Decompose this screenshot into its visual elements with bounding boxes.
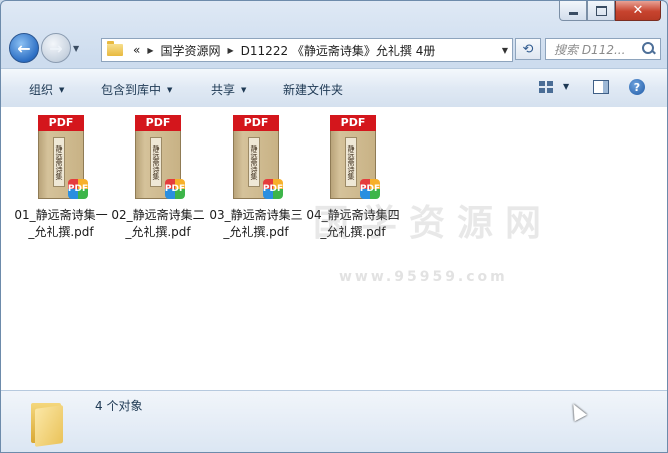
include-in-library-button[interactable]: 包含到库中 ▼ (101, 81, 172, 98)
pdf-app-badge-icon: PDF (165, 179, 185, 199)
help-icon[interactable]: ? (629, 79, 645, 95)
arrow-right-icon: → (49, 38, 63, 58)
organize-label: 组织 (29, 83, 54, 97)
pdf-banner: PDF (330, 115, 376, 131)
chevron-down-icon: ▼ (59, 85, 65, 94)
nav-buttons: ← → ▼ (9, 33, 85, 63)
watermark-text: 国学资源网 (313, 203, 554, 244)
breadcrumb-item[interactable]: D11222 《静远斋诗集》允礼撰 4册 (241, 42, 436, 59)
recent-pages-dropdown[interactable]: ▼ (73, 44, 85, 53)
chevron-down-icon: ▼ (167, 85, 173, 94)
chevron-down-icon: ▼ (241, 85, 247, 94)
pdf-banner: PDF (38, 115, 84, 131)
search-placeholder: 搜索 D112... (554, 42, 626, 57)
file-item[interactable]: PDF 静远斋诗集 PDF 01_静远斋诗集一_允礼撰.pdf (13, 115, 109, 241)
refresh-icon: ⟲ (522, 41, 534, 57)
file-name: 01_静远斋诗集一_允礼撰.pdf (14, 208, 108, 239)
breadcrumb-overflow[interactable]: « (133, 43, 140, 57)
pdf-file-icon: PDF 静远斋诗集 PDF (135, 115, 185, 201)
file-name: 02_静远斋诗集二_允礼撰.pdf (111, 208, 205, 239)
minimize-icon (568, 12, 578, 15)
arrow-left-icon: ← (17, 38, 31, 58)
preview-pane-icon[interactable] (593, 80, 609, 94)
refresh-button[interactable]: ⟲ (515, 38, 541, 60)
file-item[interactable]: PDF 静远斋诗集 PDF 03_静远斋诗集三_允礼撰.pdf (208, 115, 304, 241)
pdf-app-badge-icon: PDF (263, 179, 283, 199)
folder-icon (107, 41, 123, 56)
pdf-app-badge-icon: PDF (68, 179, 88, 199)
share-button[interactable]: 共享 ▼ (211, 81, 246, 98)
explorer-window: ✕ ← → ▼ « ▶ 国学资源网 ▶ D11222 《静远斋诗集》允礼撰 4册… (0, 0, 668, 453)
pdf-banner: PDF (233, 115, 279, 131)
include-library-label: 包含到库中 (101, 83, 162, 97)
chevron-right-icon[interactable]: ▶ (147, 46, 153, 55)
details-pane: 4 个对象 (1, 390, 667, 452)
pdf-file-icon: PDF 静远斋诗集 PDF (233, 115, 283, 201)
maximize-button[interactable] (587, 1, 615, 21)
pdf-banner: PDF (135, 115, 181, 131)
file-name: 03_静远斋诗集三_允礼撰.pdf (209, 208, 303, 239)
watermark-url: www.95959.com (339, 269, 508, 285)
address-dropdown-icon[interactable]: ▼ (502, 46, 508, 55)
file-list: PDF 静远斋诗集 PDF 01_静远斋诗集一_允礼撰.pdf PDF 静远斋诗… (1, 107, 667, 390)
pdf-file-icon: PDF 静远斋诗集 PDF (330, 115, 380, 201)
cover-title: 静远斋诗集 (248, 137, 260, 187)
chevron-right-icon[interactable]: ▶ (228, 46, 234, 55)
folder-icon (31, 397, 71, 447)
cover-title: 静远斋诗集 (345, 137, 357, 187)
back-button[interactable]: ← (9, 33, 39, 63)
caption-buttons: ✕ (559, 1, 661, 21)
share-label: 共享 (211, 83, 236, 97)
change-view-icon[interactable] (539, 81, 553, 93)
breadcrumb-item[interactable]: 国学资源网 (161, 42, 221, 59)
search-icon[interactable] (640, 41, 656, 57)
new-folder-label: 新建文件夹 (283, 83, 344, 97)
forward-button[interactable]: → (41, 33, 71, 63)
organize-button[interactable]: 组织 ▼ (29, 81, 64, 98)
maximize-icon (595, 5, 607, 16)
pdf-file-icon: PDF 静远斋诗集 PDF (38, 115, 88, 201)
cover-title: 静远斋诗集 (150, 137, 162, 187)
file-item[interactable]: PDF 静远斋诗集 PDF 02_静远斋诗集二_允礼撰.pdf (110, 115, 206, 241)
view-dropdown-icon[interactable]: ▼ (563, 82, 569, 91)
close-button[interactable]: ✕ (615, 1, 661, 21)
search-input[interactable]: 搜索 D112... (545, 38, 661, 60)
item-count: 4 个对象 (95, 399, 143, 413)
minimize-button[interactable] (559, 1, 587, 21)
close-icon: ✕ (632, 3, 644, 18)
cover-title: 静远斋诗集 (53, 137, 65, 187)
new-folder-button[interactable]: 新建文件夹 (283, 81, 343, 98)
address-bar[interactable]: « ▶ 国学资源网 ▶ D11222 《静远斋诗集》允礼撰 4册 ▼ (101, 38, 513, 62)
